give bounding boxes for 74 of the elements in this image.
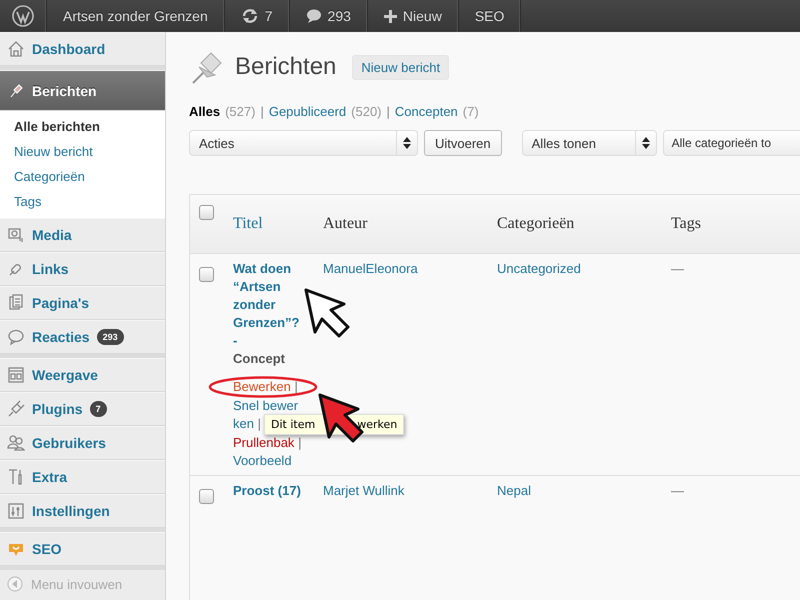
filter-link[interactable]: Alles [189, 104, 220, 119]
camera-icon [7, 226, 25, 244]
separator-text: | [294, 379, 298, 394]
separator-text: | [386, 104, 390, 119]
apply-button[interactable]: Uitvoeren [424, 130, 502, 156]
filter-link[interactable]: Gepubliceerd [268, 104, 346, 119]
checkbox[interactable] [199, 205, 214, 220]
add-new-button[interactable]: Nieuw bericht [352, 54, 450, 80]
author-link[interactable]: ManuelEleonora [323, 260, 497, 278]
submenu-item[interactable]: Alle berichten [0, 114, 165, 139]
filter-dropdown[interactable]: Alle categorieën to [662, 130, 800, 156]
refresh-icon [240, 7, 259, 25]
sidebar-item[interactable]: Weergave [0, 358, 165, 392]
speech-bubble-icon [7, 328, 25, 346]
submenu-item[interactable]: Nieuw bericht [0, 139, 165, 164]
checkbox[interactable] [199, 267, 214, 282]
sidebar-item[interactable]: Dashboard [0, 32, 165, 66]
sidebar-item[interactable]: Reacties 293 [0, 320, 165, 354]
speech-bubble-icon [306, 8, 322, 24]
sidebar-item[interactable]: SEO [0, 532, 165, 566]
site-title-link[interactable]: Artsen zonder Grenzen [47, 0, 225, 32]
count-text: (520) [351, 104, 382, 119]
post-title-link[interactable]: Wat doen “Artsen zonder Grenzen”? - [233, 260, 307, 350]
sliders-icon [7, 502, 25, 520]
category-link[interactable]: Uncategorized [497, 260, 671, 278]
plus-icon [384, 10, 397, 22]
sidebar-item[interactable]: Pagina's [0, 286, 165, 320]
column-header: Tags [671, 214, 702, 233]
separator-text: | [298, 434, 302, 450]
column-header: Auteur [323, 214, 368, 233]
filter-link[interactable]: Concepten [394, 104, 458, 119]
pages-icon [7, 294, 25, 312]
count-badge: 7 [90, 401, 107, 417]
updates-button[interactable]: 7 [224, 0, 290, 32]
row-action-link[interactable]: Voorbeeld [233, 452, 303, 470]
separator-text: | [258, 416, 261, 431]
house-icon [7, 40, 25, 58]
submenu-item[interactable]: Categorieën [0, 164, 165, 189]
updown-arrows-icon [642, 137, 650, 149]
comments-button[interactable]: 293 [290, 0, 368, 32]
plug-icon [7, 400, 25, 418]
column-header: Categorieën [497, 214, 576, 233]
count-text: (7) [462, 104, 479, 119]
count-text: (527) [225, 104, 256, 119]
row-action-link[interactable]: Prullenbak | [233, 434, 303, 452]
tooltip-text: werken [357, 418, 398, 431]
sidebar-item[interactable]: Instellingen [0, 494, 165, 528]
table-cell-text: — [671, 260, 685, 278]
column-header[interactable]: Titel [233, 195, 323, 233]
filter-dropdown[interactable]: Alles tonen [522, 130, 657, 156]
checkbox[interactable] [199, 488, 214, 504]
wordpress-logo-icon [12, 5, 34, 27]
new-button[interactable]: Nieuw [368, 0, 459, 32]
updown-arrows-icon [403, 137, 411, 149]
author-link[interactable]: Marjet Wullink [323, 482, 497, 500]
sidebar-item[interactable]: Gebruikers [0, 426, 165, 460]
seo-menu-button[interactable]: SEO [458, 0, 522, 32]
sidebar-item[interactable]: Plugins 7 [0, 392, 165, 426]
users-icon [7, 434, 25, 452]
pointer-arrow-icon [304, 288, 352, 340]
post-title-link[interactable]: Proost (17) [233, 482, 307, 500]
tooltip-text: Dit item [271, 418, 316, 431]
separator-text: | [260, 104, 264, 119]
post-state-text: Concept [233, 350, 286, 368]
table-cell-text: — [671, 482, 685, 500]
sidebar-item[interactable]: Media [0, 218, 165, 252]
category-link[interactable]: Nepal [497, 482, 671, 500]
count-badge: 293 [96, 329, 124, 345]
bulk-actions-dropdown[interactable]: Acties [189, 130, 418, 156]
submenu-item[interactable]: Tags [0, 189, 165, 214]
page-title: Berichten [235, 53, 336, 81]
sidebar-item[interactable]: Links [0, 252, 165, 286]
sidebar-item[interactable]: Extra [0, 460, 165, 494]
layout-icon [7, 366, 25, 384]
